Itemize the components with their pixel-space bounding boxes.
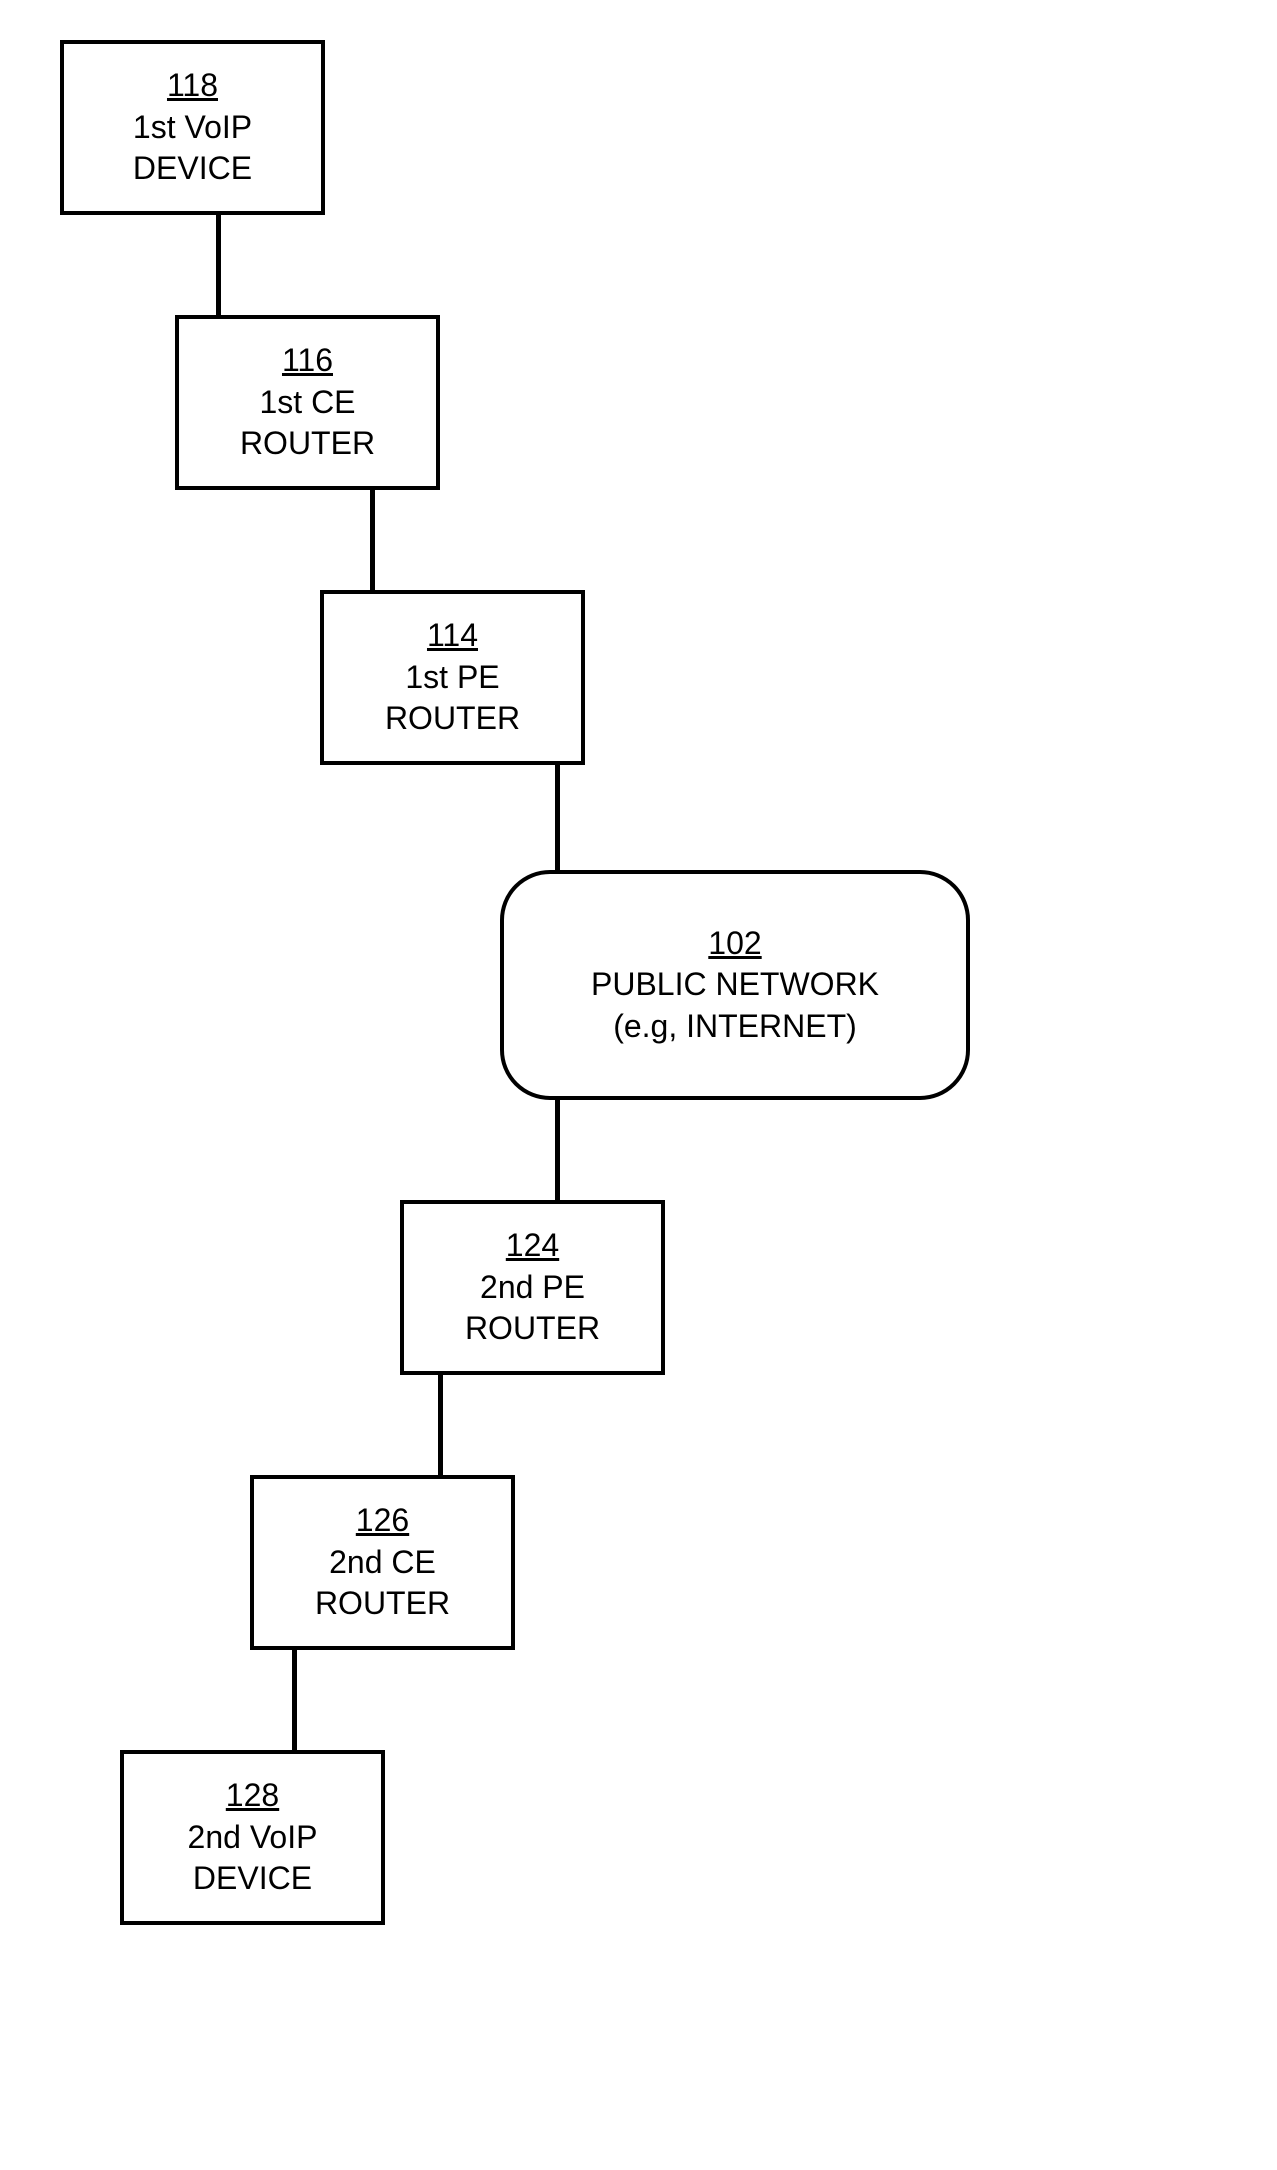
connector: [555, 1100, 560, 1200]
node-1st-voip-device: 118 1st VoIP DEVICE: [60, 40, 325, 215]
node-ref: 116: [282, 340, 333, 382]
node-line1: 2nd VoIP: [188, 1817, 318, 1859]
node-line1: 1st PE: [405, 657, 499, 699]
node-ref: 118: [167, 65, 218, 107]
node-line2: ROUTER: [385, 698, 520, 740]
node-line2: ROUTER: [315, 1583, 450, 1625]
node-2nd-ce-router: 126 2nd CE ROUTER: [250, 1475, 515, 1650]
node-line1: 1st VoIP: [133, 107, 252, 149]
node-1st-ce-router: 116 1st CE ROUTER: [175, 315, 440, 490]
node-line2: ROUTER: [465, 1308, 600, 1350]
node-line2: (e.g, INTERNET): [613, 1006, 857, 1048]
node-line1: 2nd PE: [480, 1267, 585, 1309]
connector: [555, 765, 560, 870]
node-2nd-voip-device: 128 2nd VoIP DEVICE: [120, 1750, 385, 1925]
connector: [438, 1375, 443, 1475]
node-ref: 114: [427, 615, 478, 657]
node-2nd-pe-router: 124 2nd PE ROUTER: [400, 1200, 665, 1375]
node-line2: DEVICE: [133, 148, 252, 190]
connector: [216, 215, 221, 315]
node-ref: 102: [708, 923, 761, 965]
node-public-network: 102 PUBLIC NETWORK (e.g, INTERNET): [500, 870, 970, 1100]
node-line2: DEVICE: [193, 1858, 312, 1900]
connector: [292, 1650, 297, 1750]
node-line1: 2nd CE: [329, 1542, 436, 1584]
node-1st-pe-router: 114 1st PE ROUTER: [320, 590, 585, 765]
node-line1: PUBLIC NETWORK: [591, 964, 879, 1006]
node-ref: 126: [356, 1500, 409, 1542]
node-ref: 124: [506, 1225, 559, 1267]
node-line2: ROUTER: [240, 423, 375, 465]
connector: [370, 490, 375, 590]
node-ref: 128: [226, 1775, 279, 1817]
node-line1: 1st CE: [259, 382, 355, 424]
